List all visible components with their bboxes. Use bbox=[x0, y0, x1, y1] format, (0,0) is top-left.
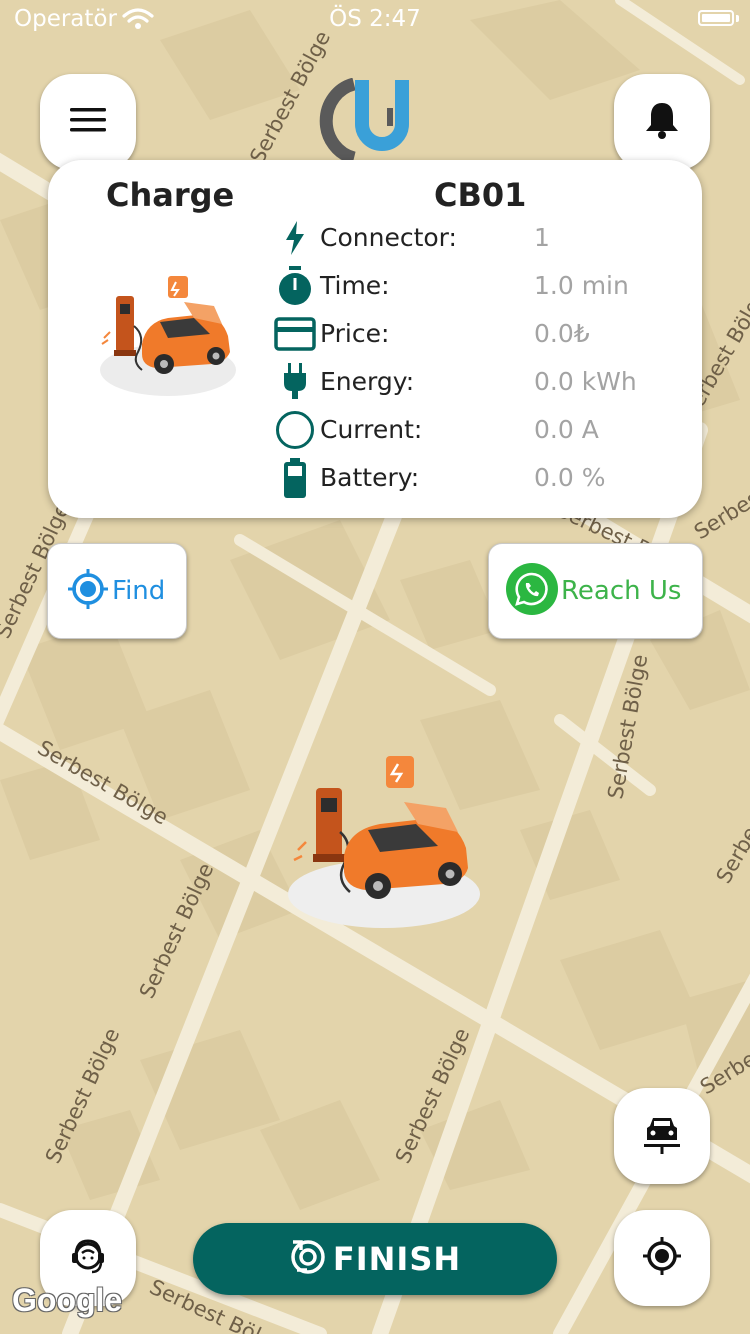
detail-value: 0.0 A bbox=[534, 415, 599, 444]
detail-value: 0.0 % bbox=[534, 463, 606, 492]
stop-charging-icon bbox=[289, 1238, 327, 1280]
detail-row-price: Price: 0.0₺ bbox=[274, 310, 694, 358]
detail-value: 0.0₺ bbox=[534, 319, 590, 348]
detail-label: Energy: bbox=[320, 367, 415, 396]
charge-info-card: Charge CB01 Connector: 1 Time: 1.0 min P… bbox=[48, 160, 702, 518]
detail-value: 0.0 kWh bbox=[534, 367, 637, 396]
detail-value: 1.0 min bbox=[534, 271, 629, 300]
bell-icon bbox=[644, 100, 680, 144]
detail-row-energy: Energy: 0.0 kWh bbox=[274, 358, 694, 406]
detail-row-time: Time: 1.0 min bbox=[274, 262, 694, 310]
credit-card-icon bbox=[274, 314, 316, 354]
reach-us-button[interactable]: Reach Us bbox=[488, 543, 703, 639]
battery-tip bbox=[736, 15, 739, 22]
find-button[interactable]: Find bbox=[47, 543, 187, 639]
charging-car-illustration bbox=[98, 266, 238, 400]
notification-button[interactable] bbox=[614, 74, 710, 170]
status-time: ÖS 2:47 bbox=[329, 6, 421, 32]
status-bar: Operatör ÖS 2:47 bbox=[0, 0, 750, 40]
detail-label: Battery: bbox=[320, 463, 420, 492]
detail-label: Time: bbox=[320, 271, 390, 300]
whatsapp-icon bbox=[505, 562, 559, 620]
circle-gauge-icon bbox=[274, 410, 316, 450]
charge-details-list: Connector: 1 Time: 1.0 min Price: 0.0₺ E… bbox=[274, 214, 694, 502]
detail-value: 1 bbox=[534, 223, 550, 252]
detail-label: Connector: bbox=[320, 223, 457, 252]
finish-button-label: FINISH bbox=[332, 1240, 462, 1278]
plug-icon bbox=[274, 362, 316, 402]
car-road-icon bbox=[644, 1114, 680, 1158]
menu-button[interactable] bbox=[40, 74, 136, 170]
card-title: Charge bbox=[106, 176, 235, 214]
charging-station-marker[interactable] bbox=[288, 752, 484, 936]
headset-agent-icon bbox=[68, 1236, 108, 1280]
detail-row-current: Current: 0.0 A bbox=[274, 406, 694, 454]
detail-row-connector: Connector: 1 bbox=[274, 214, 694, 262]
battery-status-icon bbox=[698, 10, 734, 26]
station-id: CB01 bbox=[434, 176, 527, 214]
location-target-icon bbox=[641, 1235, 683, 1281]
hamburger-menu-icon bbox=[69, 106, 107, 138]
detail-label: Price: bbox=[320, 319, 390, 348]
google-attribution-logo: Google bbox=[12, 1282, 123, 1318]
detail-label: Current: bbox=[320, 415, 423, 444]
reach-us-label: Reach Us bbox=[561, 576, 682, 606]
find-button-label: Find bbox=[112, 576, 166, 606]
finish-button[interactable]: FINISH bbox=[193, 1223, 557, 1295]
battery-icon bbox=[274, 458, 316, 498]
lightning-icon bbox=[274, 218, 316, 258]
nearby-cars-button[interactable] bbox=[614, 1088, 710, 1184]
detail-row-battery: Battery: 0.0 % bbox=[274, 454, 694, 502]
stopwatch-icon bbox=[274, 266, 316, 306]
app-logo bbox=[318, 77, 432, 166]
my-location-button[interactable] bbox=[614, 1210, 710, 1306]
crosshair-icon bbox=[66, 567, 110, 615]
